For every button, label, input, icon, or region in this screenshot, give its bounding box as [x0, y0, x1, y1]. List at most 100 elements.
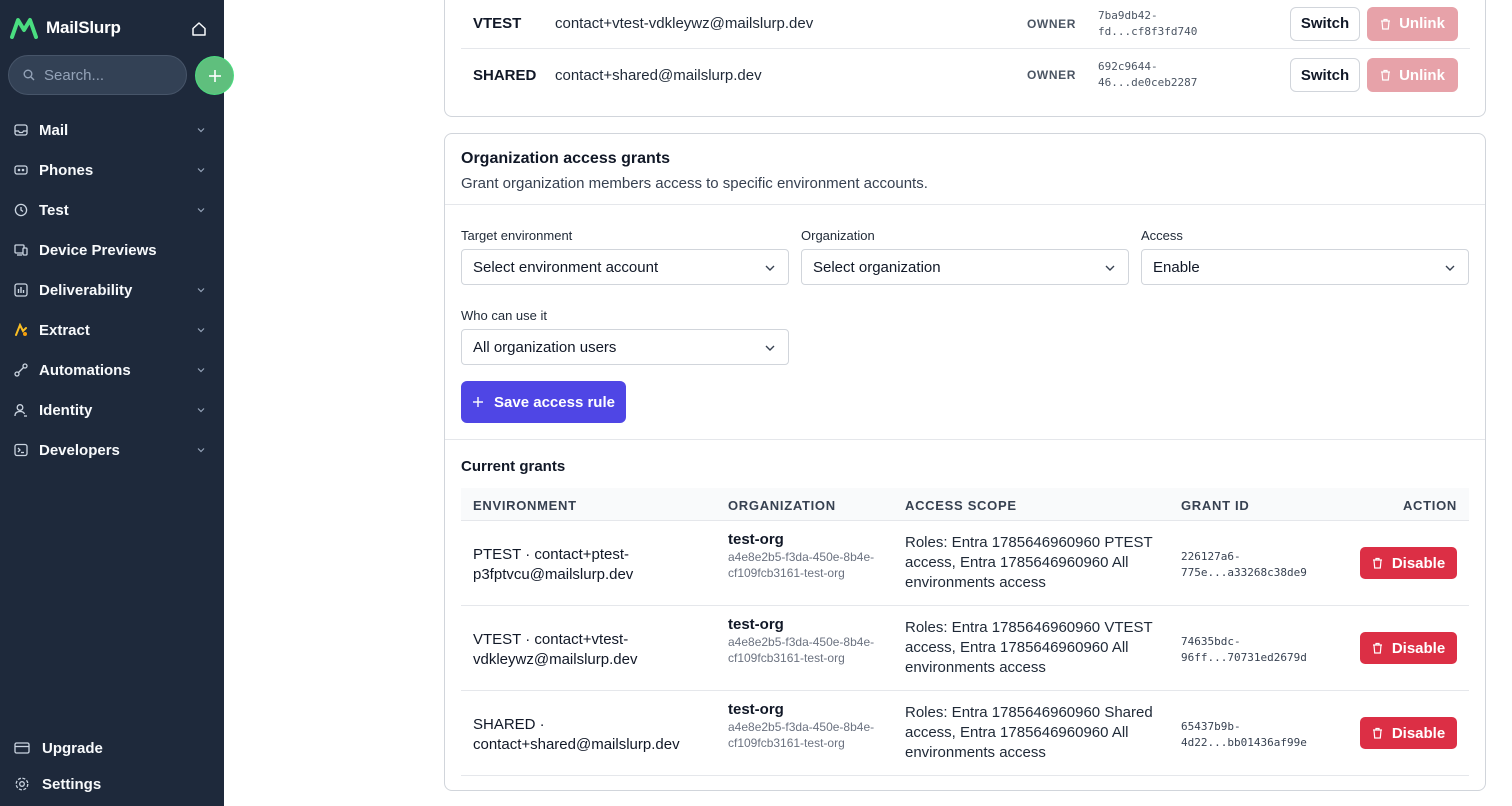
sidebar: MailSlurp Mail Phones Test Device [0, 0, 234, 806]
phone-icon [14, 163, 28, 177]
grant-access-scope: Roles: Entra 1785646960960 Shared access… [905, 704, 1153, 761]
trash-icon [1372, 727, 1382, 739]
chevron-down-icon [197, 408, 205, 413]
chevron-down-icon [197, 168, 205, 173]
disable-button[interactable]: Disable [1360, 717, 1457, 749]
sidebar-nav: Mail Phones Test Device Previews Deliver… [0, 110, 224, 470]
save-label: Save access rule [494, 393, 615, 411]
chevron-down-icon [197, 368, 205, 373]
grant-access-scope: Roles: Entra 1785646960960 VTEST access,… [905, 619, 1153, 676]
sidebar-item-label: Upgrade [42, 739, 103, 757]
environment-row: SHARED contact+shared@mailslurp.dev OWNE… [461, 50, 1470, 100]
grant-id-line: 775e...a33268c38de9 [1181, 566, 1307, 579]
sidebar-item-deliverability[interactable]: Deliverability [0, 270, 224, 310]
card-title: Organization access grants [461, 150, 670, 167]
chevron-down-icon [1445, 265, 1455, 271]
grant-id-line: 226127a6- [1181, 550, 1241, 563]
gear-icon [14, 776, 30, 792]
device-icon [14, 243, 28, 257]
disable-button[interactable]: Disable [1360, 632, 1457, 664]
search-icon [23, 69, 35, 81]
organization-select[interactable]: Select organization [801, 249, 1129, 285]
sidebar-item-label: Device Previews [39, 241, 157, 259]
organization-label: Organization [801, 228, 875, 243]
sidebar-item-label: Extract [39, 321, 90, 339]
environment-role: OWNER [1027, 16, 1076, 31]
environment-name: VTEST [473, 15, 522, 32]
unlink-button[interactable]: Unlink [1367, 58, 1458, 92]
access-select[interactable]: Enable [1141, 249, 1469, 285]
environment-id: 7ba9db42- fd...cf8f3fd740 [1098, 8, 1228, 40]
organization-name: test-org [728, 701, 784, 718]
column-header-organization: ORGANIZATION [728, 498, 836, 513]
sidebar-item-label: Automations [39, 361, 131, 379]
grant-id: 226127a6- 775e...a33268c38de9 [1181, 549, 1331, 581]
chevron-down-icon [197, 208, 205, 213]
sidebar-item-automations[interactable]: Automations [0, 350, 224, 390]
mailslurp-logo-icon [10, 18, 38, 39]
save-access-rule-button[interactable]: Save access rule [461, 381, 626, 423]
home-icon[interactable] [188, 18, 210, 40]
inbox-icon [14, 123, 28, 137]
trash-icon [1372, 642, 1382, 654]
unlink-label: Unlink [1399, 66, 1445, 84]
sidebar-item-settings[interactable]: Settings [0, 766, 224, 802]
brand-name: MailSlurp [46, 18, 121, 37]
grant-environment: VTEST · contact+vtest-vdkleywz@mailslurp… [473, 631, 638, 668]
grant-id-line: 74635bdc- [1181, 635, 1241, 648]
grant-id-line: 4d22...bb01436af99e [1181, 736, 1307, 749]
chevron-down-icon [765, 265, 775, 271]
add-button[interactable] [195, 56, 234, 95]
column-header-action: ACTION [1402, 498, 1457, 513]
disable-button[interactable]: Disable [1360, 547, 1457, 579]
search-box[interactable] [8, 55, 187, 95]
search-input[interactable] [44, 66, 174, 84]
sidebar-item-test[interactable]: Test [0, 190, 224, 230]
chart-icon [14, 283, 28, 297]
sidebar-item-extract[interactable]: Extract [0, 310, 224, 350]
environment-name: SHARED [473, 66, 537, 84]
sidebar-item-identity[interactable]: Identity [0, 390, 224, 430]
sidebar-item-phones[interactable]: Phones [0, 150, 224, 190]
divider [445, 439, 1485, 440]
grant-organization: test-org a4e8e2b5-f3da-450e-8b4e-cf109fc… [728, 531, 888, 581]
chevron-down-icon [197, 328, 205, 333]
grants-table: ENVIRONMENT ORGANIZATION ACCESS SCOPE GR… [461, 488, 1469, 776]
table-header: ENVIRONMENT ORGANIZATION ACCESS SCOPE GR… [461, 488, 1469, 521]
card-subtitle: Grant organization members access to spe… [461, 175, 928, 192]
table-row: PTEST · contact+ptest-p3fptvcu@mailslurp… [461, 521, 1469, 606]
environment-id: 692c9644- 46...de0ceb2287 [1098, 59, 1228, 91]
plus-icon [473, 397, 484, 407]
switch-button[interactable]: Switch [1290, 6, 1360, 41]
sidebar-item-device-previews[interactable]: Device Previews [0, 230, 224, 270]
sidebar-item-developers[interactable]: Developers [0, 430, 224, 470]
unlink-button[interactable]: Unlink [1367, 6, 1458, 41]
grant-environment: PTEST · contact+ptest-p3fptvcu@mailslurp… [473, 546, 634, 583]
grant-environment: SHARED · contact+shared@mailslurp.dev [473, 716, 680, 753]
organization-id: a4e8e2b5-f3da-450e-8b4e-cf109fcb3161-tes… [728, 550, 875, 580]
sidebar-item-label: Settings [42, 775, 102, 793]
select-value: Select environment account [473, 258, 659, 276]
switch-button[interactable]: Switch [1290, 58, 1360, 92]
grant-id-line: 65437b9b- [1181, 720, 1241, 733]
who-can-use-select[interactable]: All organization users [461, 329, 789, 365]
sidebar-bottom: Upgrade Settings [0, 730, 224, 802]
table-row: VTEST · contact+vtest-vdkleywz@mailslurp… [461, 606, 1469, 691]
terminal-icon [14, 443, 28, 457]
grant-organization: test-org a4e8e2b5-f3da-450e-8b4e-cf109fc… [728, 616, 888, 666]
sidebar-item-mail[interactable]: Mail [0, 110, 224, 150]
chevron-down-icon [197, 288, 205, 293]
sidebar-item-label: Test [39, 201, 69, 219]
trash-icon [1381, 69, 1391, 81]
environment-id-line: 7ba9db42- [1098, 8, 1158, 22]
target-environment-select[interactable]: Select environment account [461, 249, 789, 285]
sidebar-item-label: Identity [39, 401, 93, 419]
brand[interactable]: MailSlurp [10, 14, 121, 42]
grant-id: 65437b9b- 4d22...bb01436af99e [1181, 719, 1331, 751]
sidebar-item-upgrade[interactable]: Upgrade [0, 730, 224, 766]
organization-access-grants-card: Organization access grants Grant organiz… [444, 133, 1486, 791]
sidebar-item-label: Deliverability [39, 281, 133, 299]
linked-environments-card: VTEST contact+vtest-vdkleywz@mailslurp.d… [444, 0, 1486, 117]
plus-icon [196, 57, 233, 94]
automation-icon [14, 363, 28, 377]
